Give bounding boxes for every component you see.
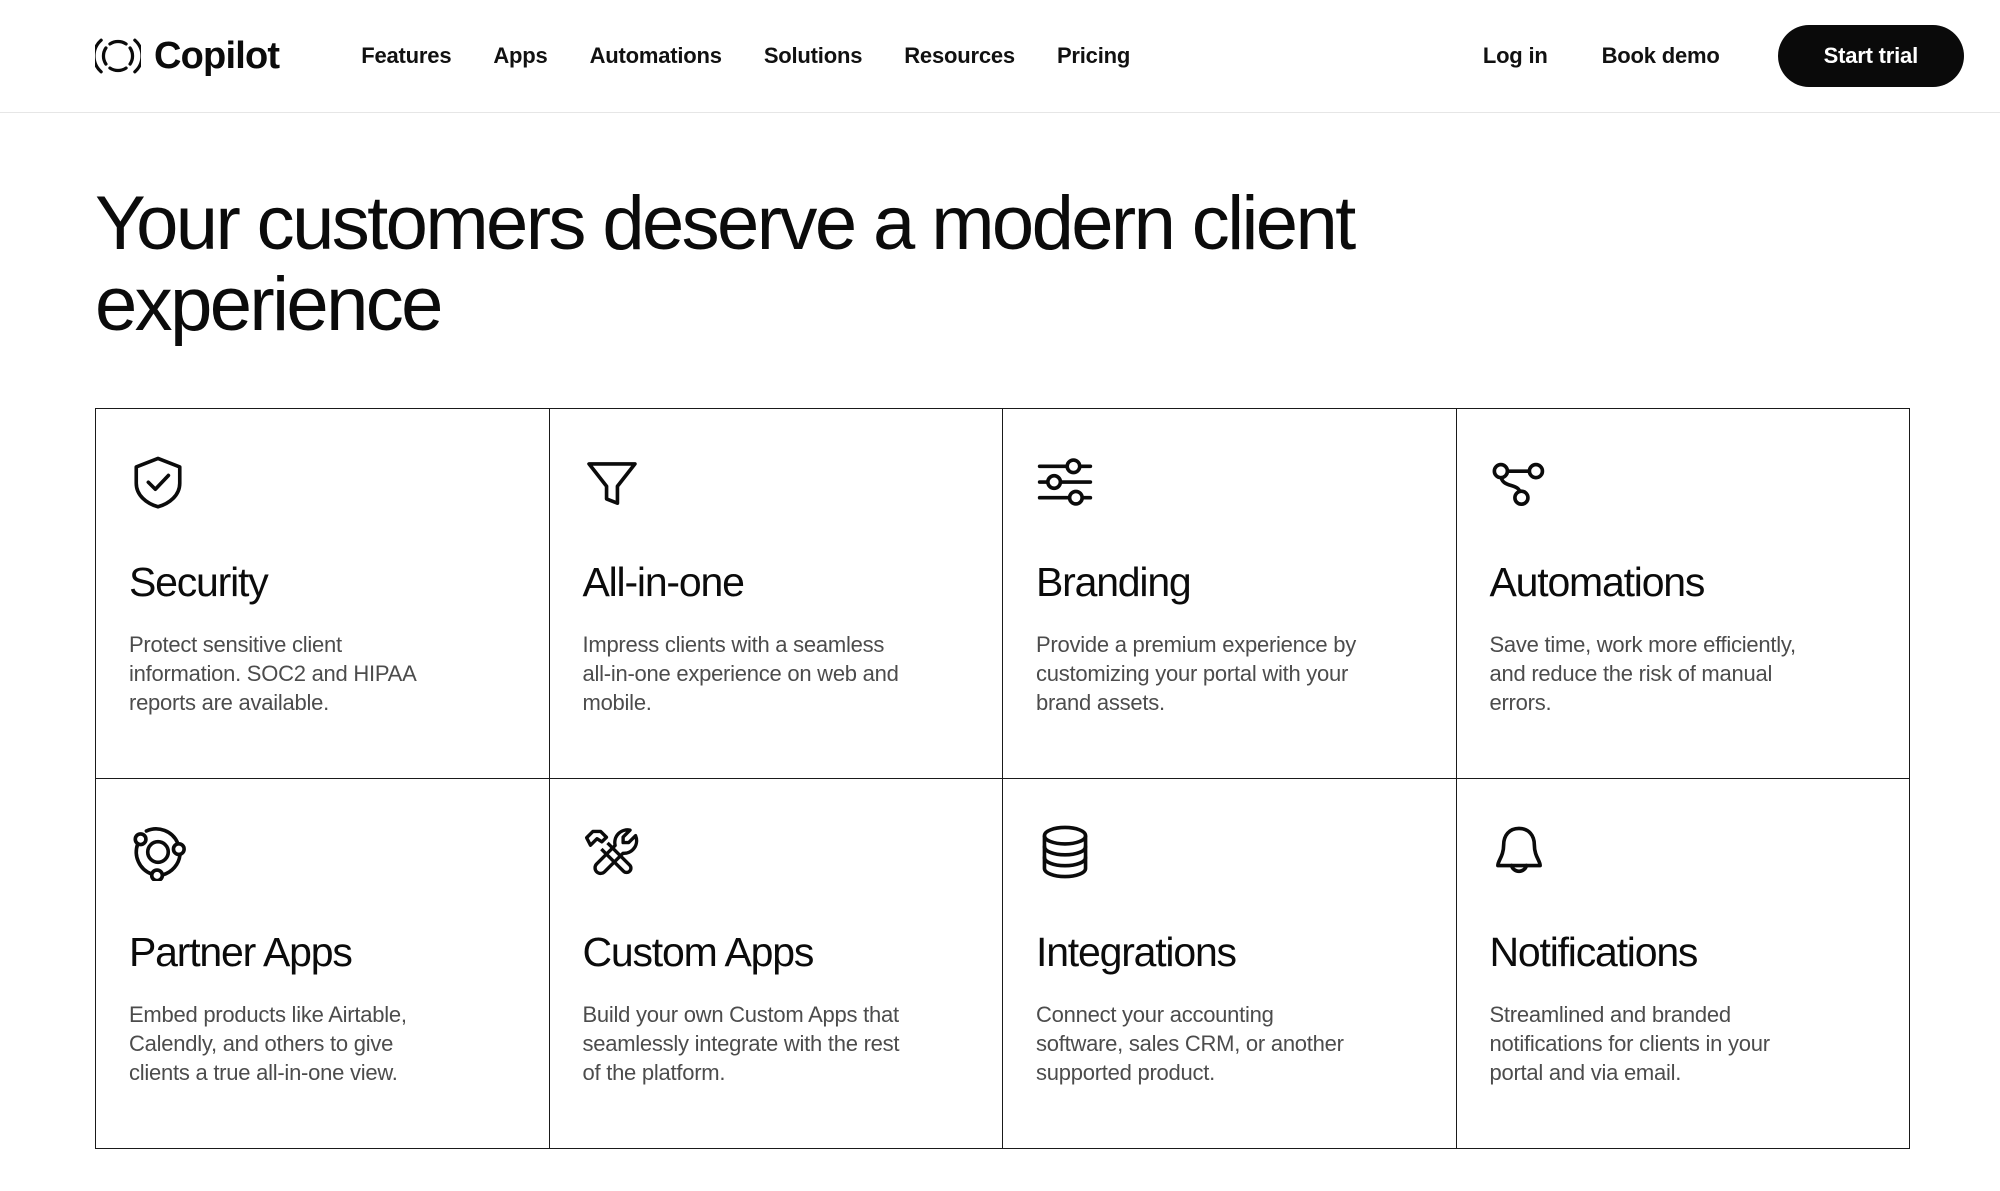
- feature-card-partner-apps[interactable]: Partner Apps Embed products like Airtabl…: [96, 778, 550, 1149]
- brand-logo-link[interactable]: Copilot: [95, 33, 280, 79]
- features-grid: Security Protect sensitive client inform…: [95, 407, 1910, 1149]
- feature-description: Provide a premium experience by customiz…: [1036, 631, 1356, 715]
- feature-description: Build your own Custom Apps that seamless…: [582, 1001, 900, 1085]
- feature-card-branding[interactable]: Branding Provide a premium experience by…: [1003, 408, 1457, 779]
- shield-check-icon: [129, 453, 516, 511]
- feature-description: Connect your accounting software, sales …: [1036, 1001, 1344, 1085]
- database-icon: [1036, 823, 1423, 881]
- feature-description: Save time, work more efficiently, and re…: [1489, 631, 1797, 715]
- hero-section: Your customers deserve a modern client e…: [0, 113, 2000, 346]
- feature-card-notifications[interactable]: Notifications Streamlined and branded no…: [1456, 778, 1910, 1149]
- start-trial-button[interactable]: Start trial: [1777, 25, 1964, 87]
- feature-description: Streamlined and branded notifications fo…: [1489, 1001, 1771, 1085]
- feature-title: Partner Apps: [129, 928, 353, 975]
- sliders-icon: [1036, 453, 1423, 511]
- brand-name: Copilot: [154, 35, 280, 77]
- copilot-logo-icon: [95, 33, 141, 79]
- hammer-wrench-icon: [583, 823, 970, 881]
- feature-card-custom-apps[interactable]: Custom Apps Build your own Custom Apps t…: [549, 778, 1003, 1149]
- feature-title: Integrations: [1036, 928, 1237, 975]
- feature-title: Automations: [1489, 558, 1706, 605]
- nav-item-resources[interactable]: Resources: [904, 43, 1015, 69]
- funnel-icon: [583, 453, 970, 511]
- orbit-icon: [129, 823, 516, 881]
- nav-item-pricing[interactable]: Pricing: [1057, 43, 1130, 69]
- site-header: Copilot Features Apps Automations Soluti…: [0, 0, 2000, 113]
- feature-title: Security: [129, 558, 269, 605]
- book-demo-link[interactable]: Book demo: [1602, 43, 1720, 69]
- feature-title: Custom Apps: [582, 928, 815, 975]
- git-branch-icon: [1490, 453, 1877, 511]
- feature-description: Impress clients with a seamless all-in-o…: [582, 631, 899, 715]
- feature-title: Notifications: [1489, 928, 1699, 975]
- feature-card-integrations[interactable]: Integrations Connect your accounting sof…: [1003, 778, 1457, 1149]
- feature-card-security[interactable]: Security Protect sensitive client inform…: [96, 408, 550, 779]
- nav-item-apps[interactable]: Apps: [493, 43, 547, 69]
- feature-description: Protect sensitive client information. SO…: [129, 631, 416, 715]
- feature-card-automations[interactable]: Automations Save time, work more efficie…: [1456, 408, 1910, 779]
- feature-card-all-in-one[interactable]: All-in-one Impress clients with a seamle…: [549, 408, 1003, 779]
- login-link[interactable]: Log in: [1483, 43, 1548, 69]
- nav-item-features[interactable]: Features: [361, 43, 451, 69]
- feature-title: Branding: [1036, 558, 1192, 605]
- main-nav: Features Apps Automations Solutions Reso…: [361, 43, 1130, 69]
- nav-item-automations[interactable]: Automations: [590, 43, 722, 69]
- page-title: Your customers deserve a modern client e…: [95, 181, 1356, 348]
- header-actions: Log in Book demo Start trial: [1483, 25, 1964, 87]
- nav-item-solutions[interactable]: Solutions: [764, 43, 863, 69]
- features-section: Security Protect sensitive client inform…: [0, 346, 2000, 1149]
- bell-icon: [1490, 823, 1877, 881]
- feature-title: All-in-one: [582, 558, 745, 605]
- feature-description: Embed products like Airtable, Calendly, …: [129, 1001, 407, 1085]
